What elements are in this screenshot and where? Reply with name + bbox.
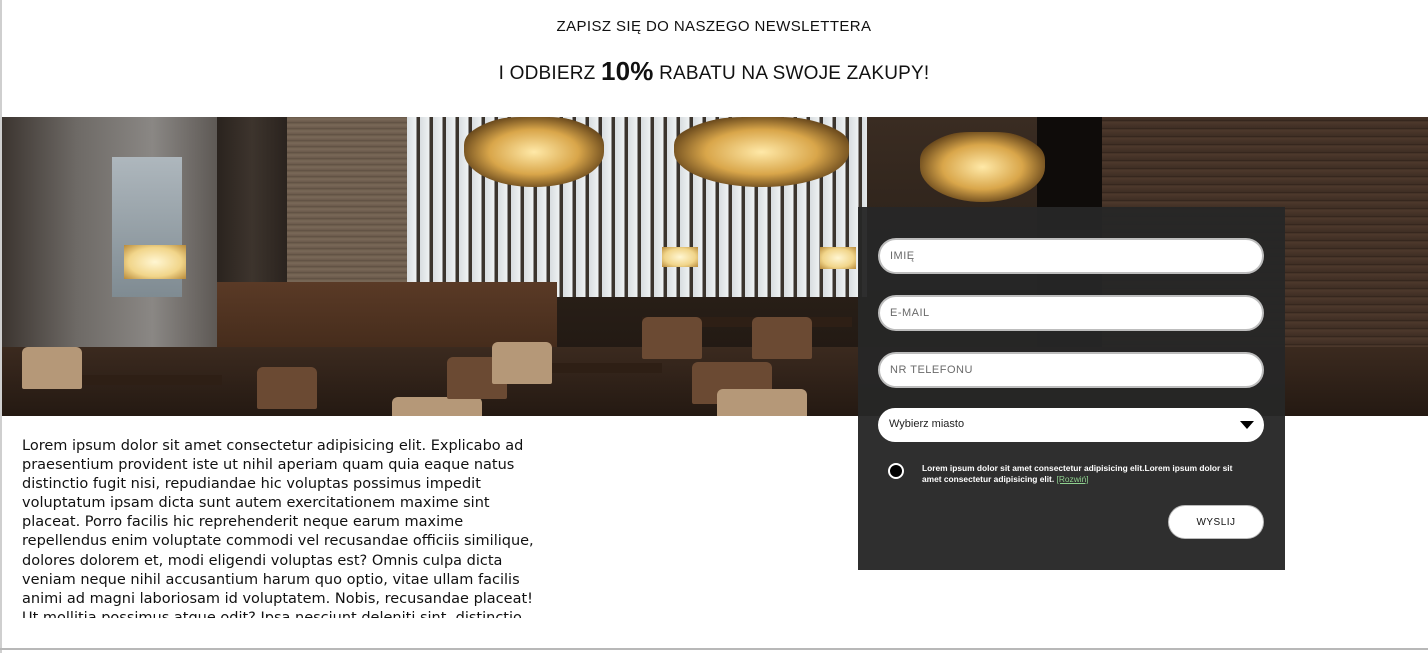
consent-expand-link[interactable]: [Rozwiń] xyxy=(1057,474,1089,484)
city-select-value: Wybierz miasto xyxy=(889,418,965,430)
window-left-border xyxy=(0,0,2,653)
discount-value: 10% xyxy=(600,56,654,86)
lamp xyxy=(662,247,698,267)
city-select[interactable]: Wybierz miasto xyxy=(878,408,1264,442)
chandelier xyxy=(674,117,849,187)
consent-text: Lorem ipsum dolor sit amet consectetur a… xyxy=(922,463,1252,485)
caret-down-icon xyxy=(1240,421,1254,429)
chair xyxy=(492,342,552,384)
subtitle-prefix: I ODBIERZ xyxy=(498,63,596,84)
chair xyxy=(642,317,702,359)
description-text: Lorem ipsum dolor sit amet consectetur a… xyxy=(22,438,534,618)
newsletter-title: ZAPISZ SIĘ DO NASZEGO NEWSLETTERA xyxy=(556,18,872,35)
name-field[interactable] xyxy=(878,238,1264,274)
chandelier xyxy=(464,117,604,187)
chair xyxy=(752,317,812,359)
chair xyxy=(22,347,82,389)
chair xyxy=(717,389,807,416)
lamp xyxy=(820,247,856,269)
window-bottom-border xyxy=(0,648,1428,650)
newsletter-subtitle: I ODBIERZ 10% RABATU NA SWOJE ZAKUPY! xyxy=(0,56,1428,87)
chair xyxy=(257,367,317,409)
chandelier xyxy=(920,132,1045,202)
lamp xyxy=(124,245,186,279)
email-field[interactable] xyxy=(878,295,1264,331)
newsletter-header: ZAPISZ SIĘ DO NASZEGO NEWSLETTERA I ODBI… xyxy=(0,0,1428,117)
newsletter-form: Wybierz miasto Lorem ipsum dolor sit ame… xyxy=(858,207,1285,570)
phone-field[interactable] xyxy=(878,352,1264,388)
submit-button[interactable]: WYSLIJ xyxy=(1168,505,1264,539)
consent-radio[interactable] xyxy=(888,463,904,479)
subtitle-suffix: RABATU NA SWOJE ZAKUPY! xyxy=(659,63,930,84)
chair xyxy=(392,397,482,416)
